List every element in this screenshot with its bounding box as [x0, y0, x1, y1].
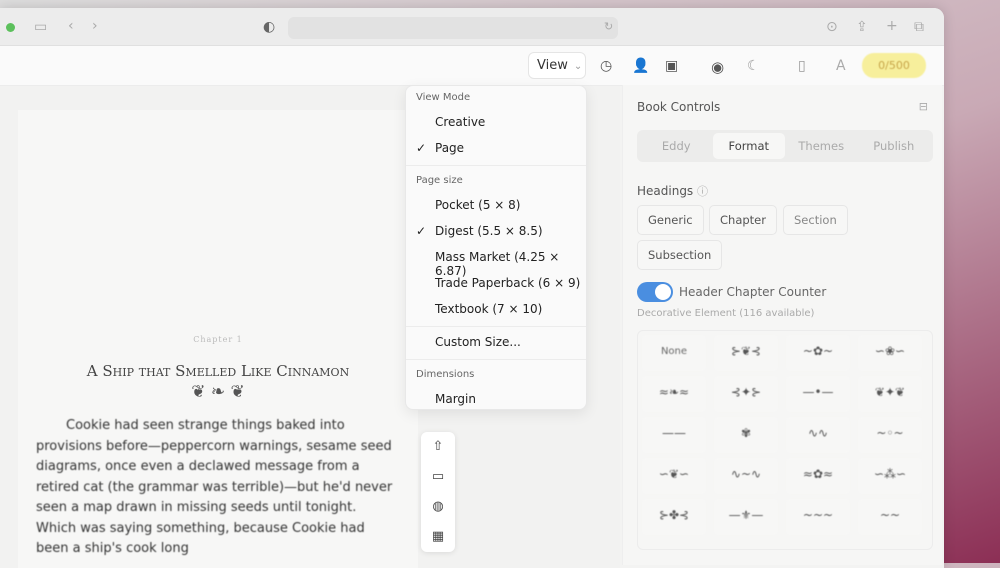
- info-icon[interactable]: ⓘ: [697, 185, 708, 198]
- share-icon[interactable]: ⇪: [856, 19, 868, 35]
- heading-chapter-button[interactable]: Chapter: [709, 205, 777, 235]
- divider: [406, 359, 586, 360]
- decor-option[interactable]: ~◦~: [858, 417, 922, 453]
- panel-tabs: Eddy Format Themes Publish: [637, 130, 933, 162]
- decor-option[interactable]: ✾: [714, 417, 778, 453]
- floating-toolbar: ⇧ ▭ ◍ ▦: [421, 432, 455, 552]
- chapter-title[interactable]: A Ship that Smelled Like Cinnamon: [18, 362, 418, 380]
- shield-icon: ◐: [263, 19, 276, 35]
- sidebar-toggle-icon[interactable]: ▭: [34, 19, 47, 35]
- menu-item-trade-paperback[interactable]: Trade Paperback (6 × 9): [406, 271, 586, 297]
- decorative-element-grid: None ⊱❦⊰ ~✿~ ∽❀∽ ≈❧≈ ⊰✦⊱ —•— ❦✦❦ —— ✾ ∿∿ ~◦~ ∽❦∽ ∿~∿ ≈…: [637, 330, 933, 550]
- moon-icon[interactable]: ☾: [747, 58, 760, 74]
- paragraph[interactable]: Cookie had seen strange things baked int…: [36, 416, 396, 560]
- tab-format[interactable]: Format: [712, 133, 785, 159]
- menu-item-page[interactable]: ✓ Page: [406, 136, 586, 162]
- menu-item-textbook[interactable]: Textbook (7 × 10): [406, 297, 586, 323]
- chevron-down-icon: ⌄: [573, 61, 583, 72]
- menu-item-creative[interactable]: Creative: [406, 110, 586, 136]
- decor-none-option[interactable]: None: [642, 335, 706, 371]
- decor-option[interactable]: ~~: [858, 499, 922, 535]
- heading-generic-button[interactable]: Generic: [637, 205, 704, 235]
- heading-section-button[interactable]: Section: [783, 205, 848, 235]
- reload-icon[interactable]: ↻: [604, 19, 613, 35]
- decor-option[interactable]: —•—: [786, 376, 850, 412]
- eye-icon[interactable]: ◉: [711, 58, 724, 76]
- window-control[interactable]: [6, 23, 15, 32]
- word-counter-badge[interactable]: 0/500: [862, 53, 926, 78]
- tab-eddy[interactable]: Eddy: [640, 133, 713, 159]
- chapter-body[interactable]: Cookie had seen strange things baked int…: [36, 416, 396, 560]
- browser-chrome: ▭ ‹ › ◐ ↻ ⊙ ⇪ + ⧉: [0, 8, 944, 46]
- header-chapter-counter-toggle[interactable]: [637, 282, 673, 302]
- menu-item-custom-size[interactable]: Custom Size...: [406, 330, 586, 356]
- forward-icon[interactable]: ›: [92, 18, 98, 34]
- address-bar[interactable]: [288, 17, 618, 39]
- decor-option[interactable]: ∽❦∽: [642, 458, 706, 494]
- decor-option[interactable]: ~✿~: [786, 335, 850, 371]
- back-icon[interactable]: ‹: [68, 18, 74, 34]
- decor-option[interactable]: ~~~: [786, 499, 850, 535]
- check-icon: ✓: [416, 141, 427, 155]
- new-tab-icon[interactable]: +: [886, 18, 898, 34]
- decor-option[interactable]: ⊱❦⊰: [714, 335, 778, 371]
- upload-icon[interactable]: ⇧: [421, 432, 455, 462]
- decor-option[interactable]: ∿~∿: [714, 458, 778, 494]
- decor-option[interactable]: ∿∿: [786, 417, 850, 453]
- view-dropdown-button[interactable]: View ⌄: [528, 52, 586, 79]
- tab-publish[interactable]: Publish: [858, 133, 931, 159]
- panel-title: Book Controls: [637, 100, 721, 114]
- download-icon[interactable]: ⊙: [826, 19, 838, 35]
- page-size-header: Page size: [416, 175, 463, 186]
- menu-item-margin[interactable]: Margin: [406, 387, 586, 413]
- decor-option[interactable]: ⊰✦⊱: [714, 376, 778, 412]
- collapse-panel-icon[interactable]: ⊟: [919, 100, 928, 113]
- menu-item-mass-market[interactable]: Mass Market (4.25 × 6.87): [406, 245, 586, 278]
- view-mode-header: View Mode: [416, 92, 471, 103]
- folder-icon[interactable]: ▭: [421, 462, 455, 492]
- book-controls-panel: Book Controls ⊟ Eddy Format Themes Publi…: [622, 85, 942, 565]
- view-dropdown-menu: View Mode Creative ✓ Page Page size Pocke…: [405, 85, 587, 410]
- decor-option[interactable]: ∽⁂∽: [858, 458, 922, 494]
- tab-themes[interactable]: Themes: [785, 133, 858, 159]
- divider: [406, 326, 586, 327]
- dimensions-header: Dimensions: [416, 369, 475, 380]
- decor-option[interactable]: ≈❧≈: [642, 376, 706, 412]
- decor-option[interactable]: ❦✦❦: [858, 376, 922, 412]
- decor-option[interactable]: —⚜—: [714, 499, 778, 535]
- toggle-label: Header Chapter Counter: [679, 285, 827, 299]
- decor-option[interactable]: ——: [642, 417, 706, 453]
- view-label: View: [537, 58, 568, 73]
- add-user-icon[interactable]: 👤: [632, 58, 649, 74]
- history-icon[interactable]: ◷: [600, 58, 612, 74]
- chapter-label: Chapter 1: [193, 335, 243, 344]
- decor-label: Decorative Element (116 available): [637, 308, 815, 319]
- heading-subsection-button[interactable]: Subsection: [637, 240, 723, 270]
- ornament-divider: ❦ ❧ ❦: [191, 382, 245, 402]
- menu-item-pocket[interactable]: Pocket (5 × 8): [406, 193, 586, 219]
- decor-option[interactable]: ≈✿≈: [786, 458, 850, 494]
- book-icon[interactable]: ▯: [798, 58, 806, 74]
- palette-icon[interactable]: ◍: [421, 492, 455, 522]
- check-icon: ✓: [416, 224, 427, 238]
- comment-icon[interactable]: ▣: [665, 58, 678, 74]
- divider: [406, 165, 586, 166]
- tabs-overview-icon[interactable]: ⧉: [914, 19, 924, 35]
- decor-option[interactable]: ⊱✤⊰: [642, 499, 706, 535]
- headings-label: Headings ⓘ: [637, 184, 709, 198]
- table-icon[interactable]: ▦: [421, 522, 455, 552]
- app-toolbar: View ⌄ ◷ 👤 ▣ ◉ ☾ ▯ A 0/500: [0, 46, 944, 86]
- menu-item-digest[interactable]: ✓ Digest (5.5 × 8.5): [406, 219, 586, 245]
- decor-option[interactable]: ∽❀∽: [858, 335, 922, 371]
- font-icon[interactable]: A: [836, 58, 846, 74]
